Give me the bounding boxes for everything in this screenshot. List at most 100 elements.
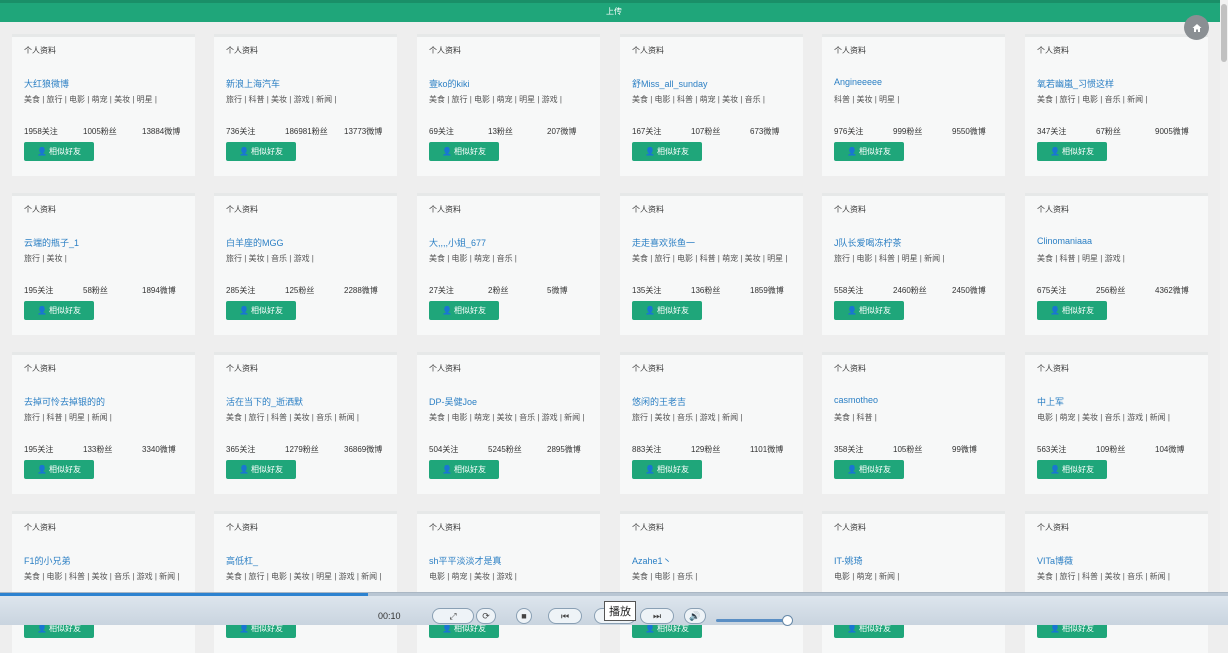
profile-name-link[interactable]: 壹ko的kiki	[429, 77, 470, 90]
similar-friends-label: 相似好友	[48, 306, 81, 315]
similar-friends-button[interactable]: 👤 相似好友	[834, 301, 904, 320]
profile-name-link[interactable]: Azahe1丶	[632, 554, 672, 567]
profile-name-link[interactable]: 大,,,,小姐_677	[429, 236, 486, 249]
similar-friends-button[interactable]: 👤 相似好友	[1037, 301, 1107, 320]
similar-friends-button[interactable]: 👤 相似好友	[429, 460, 499, 479]
volume-button[interactable]: 🔊	[684, 608, 706, 624]
similar-friends-button[interactable]: 👤 相似好友	[632, 301, 702, 320]
profile-card: 个人资料 大,,,,小姐_677 美食 | 电影 | 萌宠 | 音乐 | 27关注 2粉…	[417, 193, 600, 335]
profile-name-link[interactable]: J队长爱喝冻柠茶	[834, 236, 902, 249]
profile-name-link[interactable]: Clinomaniaaa	[1037, 236, 1092, 246]
next-button[interactable]: ⏭	[640, 608, 674, 624]
fans-count: 67粉丝	[1096, 127, 1121, 136]
home-button[interactable]	[1184, 15, 1209, 40]
next-icon: ⏭	[652, 610, 662, 621]
profile-card: 个人资料Azahe1丶美食 | 电影 | 音乐 |5关注191粉丝29微博👤相似…	[620, 511, 803, 653]
upload-header-bar[interactable]: 上传	[0, 0, 1228, 22]
similar-friends-button[interactable]: 👤 相似好友	[24, 460, 94, 479]
profile-tags: 美食 | 旅行 | 科普 | 美妆 | 音乐 | 新闻 |	[1037, 572, 1170, 581]
user-icon: 👤	[645, 465, 655, 474]
similar-friends-button[interactable]: 👤 相似好友	[429, 301, 499, 320]
profile-tags: 美食 | 旅行 | 科普 | 美妆 | 音乐 | 新闻 |	[226, 413, 359, 422]
similar-friends-button[interactable]: 👤 相似好友	[226, 142, 296, 161]
volume-slider-handle[interactable]	[782, 615, 793, 626]
card-title: 个人资料	[632, 523, 664, 532]
profile-name-link[interactable]: F1的小兄弟	[24, 554, 71, 567]
similar-friends-button[interactable]: 👤 相似好友	[1037, 142, 1107, 161]
card-title: 个人资料	[226, 46, 258, 55]
user-icon: 👤	[239, 306, 249, 315]
weibo-count: 36869微博	[344, 445, 383, 454]
user-icon: 👤	[442, 306, 452, 315]
similar-friends-label: 相似好友	[1061, 465, 1094, 474]
follow-count: 195关注	[24, 286, 54, 295]
profile-card: 个人资料走走喜欢张鱼一美食 | 旅行 | 电影 | 科普 | 萌宠 | 美妆 |…	[620, 193, 803, 335]
similar-friends-label: 相似好友	[48, 465, 81, 474]
profile-card: 个人资料 新浪上海汽车 旅行 | 科普 | 美妆 | 游戏 | 新闻 | 736关注 1…	[214, 34, 397, 176]
card-title: 个人资料	[24, 205, 56, 214]
card-title: 个人资料	[24, 46, 56, 55]
profile-name-link[interactable]: 云端的瓶子_1	[24, 236, 79, 249]
previous-button[interactable]: ⏮	[548, 608, 582, 624]
profile-tags: 美食 | 旅行 | 电影 | 科普 | 萌宠 | 美妆 | 明星 |	[632, 254, 788, 263]
follow-count: 358关注	[834, 445, 864, 454]
fullscreen-icon: ⤢	[449, 610, 457, 621]
profile-name-link[interactable]: 去掉可怜去掉银的的	[24, 395, 105, 408]
profile-name-link[interactable]: 活在当下的_逝洒默	[226, 395, 303, 408]
similar-friends-button[interactable]: 👤 相似好友	[632, 142, 702, 161]
similar-friends-button[interactable]: 👤 相似好友	[429, 142, 499, 161]
scrollbar-thumb[interactable]	[1221, 4, 1227, 62]
similar-friends-button[interactable]: 👤 相似好友	[24, 142, 94, 161]
volume-slider[interactable]	[716, 619, 788, 622]
profile-name-link[interactable]: Angineeeee	[834, 77, 882, 87]
similar-friends-button[interactable]: 👤 相似好友	[834, 142, 904, 161]
profile-name-link[interactable]: 走走喜欢张鱼一	[632, 236, 695, 249]
card-title: 个人资料	[632, 205, 664, 214]
profile-tags: 美食 | 电影 | 萌宠 | 美妆 | 音乐 | 游戏 | 新闻 |	[429, 413, 585, 422]
similar-friends-button[interactable]: 👤 相似好友	[226, 460, 296, 479]
user-icon: 👤	[239, 147, 249, 156]
profile-tags: 旅行 | 美妆 | 音乐 | 游戏 | 新闻 |	[632, 413, 743, 422]
user-icon: 👤	[37, 624, 47, 633]
profile-name-link[interactable]: 悠闲的王老吉	[632, 395, 686, 408]
similar-friends-button[interactable]: 👤 相似好友	[226, 301, 296, 320]
profile-card: 个人资料 Angineeeee 科普 | 美妆 | 明星 | 976关注 999粉丝 95…	[822, 34, 1005, 176]
profile-name-link[interactable]: 舒Miss_all_sunday	[632, 77, 708, 90]
profile-name-link[interactable]: casmotheo	[834, 395, 878, 405]
follow-count: 675关注	[1037, 286, 1067, 295]
profile-name-link[interactable]: IT-姚琦	[834, 554, 863, 567]
profile-name-link[interactable]: 大红狼微博	[24, 77, 69, 90]
fans-count: 58粉丝	[83, 286, 108, 295]
stop-button[interactable]: ■	[516, 608, 532, 624]
seek-bar[interactable]	[0, 593, 1228, 596]
card-title: 个人资料	[429, 205, 461, 214]
fans-count: 186981粉丝	[285, 127, 328, 136]
fans-count: 109粉丝	[1096, 445, 1126, 454]
follow-count: 69关注	[429, 127, 454, 136]
profile-tags: 美食 | 电影 | 科普 | 美妆 | 音乐 | 游戏 | 新闻 |	[24, 572, 180, 581]
user-icon: 👤	[239, 465, 249, 474]
follow-count: 195关注	[24, 445, 54, 454]
profile-name-link[interactable]: 氧若幽嵐_习惯这样	[1037, 77, 1114, 90]
fans-count: 13粉丝	[488, 127, 513, 136]
profile-name-link[interactable]: 高低杠_	[226, 554, 258, 567]
similar-friends-button[interactable]: 👤 相似好友	[632, 460, 702, 479]
similar-friends-label: 相似好友	[453, 147, 486, 156]
repeat-button[interactable]: ⟳	[476, 608, 496, 624]
user-icon: 👤	[239, 624, 249, 633]
similar-friends-label: 相似好友	[858, 147, 891, 156]
profile-card: 个人资料 活在当下的_逝洒默 美食 | 旅行 | 科普 | 美妆 | 音乐 | 新闻…	[214, 352, 397, 494]
similar-friends-label: 相似好友	[250, 306, 283, 315]
profile-tags: 旅行 | 美妆 | 音乐 | 游戏 |	[226, 254, 314, 263]
profile-name-link[interactable]: VITa博薇	[1037, 554, 1073, 567]
profile-name-link[interactable]: sh平平淡淡才是真	[429, 554, 502, 567]
profile-name-link[interactable]: 中上军	[1037, 395, 1064, 408]
profile-name-link[interactable]: 新浪上海汽车	[226, 77, 280, 90]
similar-friends-button[interactable]: 👤 相似好友	[834, 460, 904, 479]
profile-name-link[interactable]: 白羊座的MGG	[226, 236, 284, 249]
profile-name-link[interactable]: DP-吴健Joe	[429, 395, 477, 408]
similar-friends-button[interactable]: 👤 相似好友	[1037, 460, 1107, 479]
fullscreen-button[interactable]: ⤢	[432, 608, 474, 624]
vertical-scrollbar[interactable]	[1220, 0, 1228, 624]
similar-friends-button[interactable]: 👤 相似好友	[24, 301, 94, 320]
